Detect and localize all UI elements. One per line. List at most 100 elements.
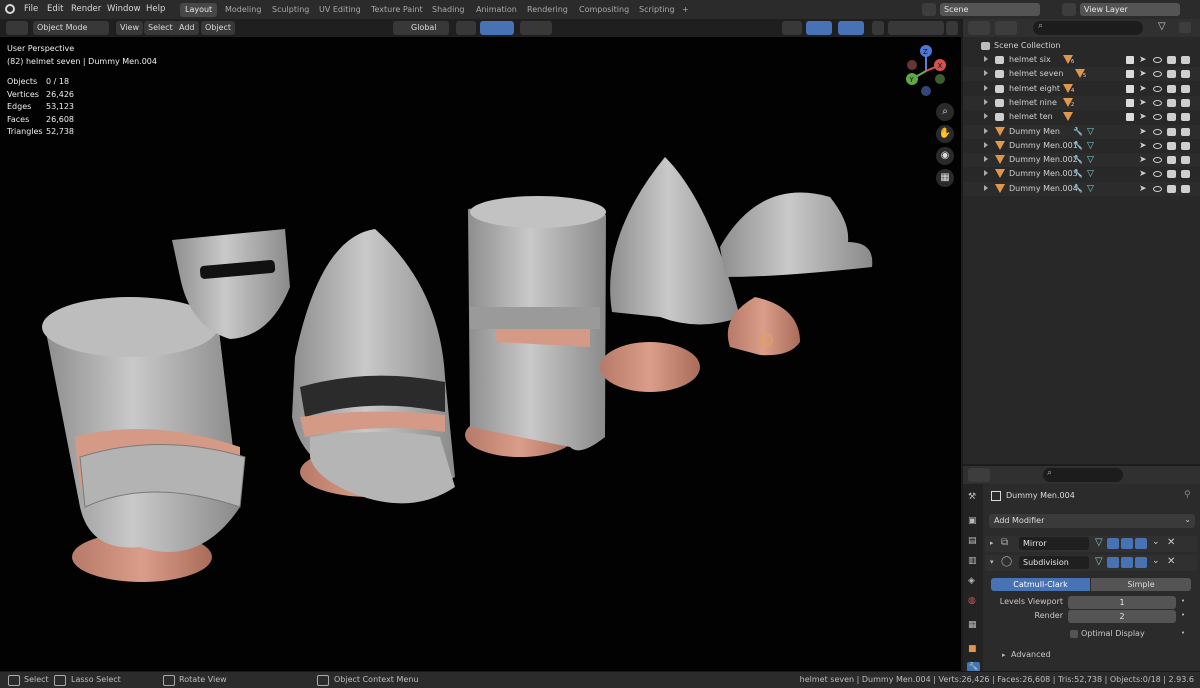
blender-logo-icon[interactable] xyxy=(5,4,15,14)
expand-icon[interactable] xyxy=(984,127,988,134)
view-layer-selector[interactable]: View Layer xyxy=(1080,3,1180,16)
helmet-barrel-helm[interactable] xyxy=(465,196,606,457)
outliner-search-input[interactable] xyxy=(1033,21,1143,35)
select-arrow-icon[interactable]: ➤ xyxy=(1139,169,1147,179)
eye-icon[interactable] xyxy=(1153,171,1162,178)
levels-viewport-field[interactable]: 1 xyxy=(1068,596,1176,609)
outliner-item[interactable]: helmet six 6 ➤ xyxy=(963,53,1200,67)
viewport-toggle-icon[interactable] xyxy=(1121,538,1133,549)
menu-help[interactable]: Help xyxy=(146,4,165,14)
render-camera-icon[interactable] xyxy=(1181,98,1190,107)
properties-editor-icon[interactable] xyxy=(968,468,990,482)
mode-selector[interactable]: Object Mode xyxy=(33,21,109,35)
render-camera-icon[interactable] xyxy=(1181,84,1190,93)
mesh-data-icon[interactable]: ▽ xyxy=(1087,169,1094,179)
render-camera-icon[interactable] xyxy=(1181,170,1190,179)
expand-icon[interactable] xyxy=(984,141,988,148)
transform-orientation[interactable]: Global xyxy=(393,21,449,35)
menu-render[interactable]: Render xyxy=(71,4,101,14)
viewport-toggle-icon[interactable] xyxy=(1121,557,1133,568)
tab-animation[interactable]: Animation xyxy=(471,3,522,17)
exclude-checkbox[interactable] xyxy=(1126,56,1134,64)
menu-edit[interactable]: Edit xyxy=(47,4,63,14)
expand-icon[interactable] xyxy=(984,170,988,177)
menu-file[interactable]: File xyxy=(24,4,38,14)
edit-mode-icon[interactable]: ▽ xyxy=(1095,537,1103,548)
select-arrow-icon[interactable]: ➤ xyxy=(1139,55,1147,65)
wrench-icon[interactable]: 🔧 xyxy=(1073,127,1083,136)
modifier-subdivision-row[interactable]: ▾ ◯ Subdivision ▽ ⌄ ✕ xyxy=(985,555,1197,571)
subdivision-name-field[interactable]: Subdivision xyxy=(1019,556,1089,569)
overlay-toggle-icon[interactable] xyxy=(838,21,864,35)
eye-icon[interactable] xyxy=(1153,185,1162,192)
render-tab-icon[interactable]: ▣ xyxy=(968,516,977,526)
cage-toggle-icon[interactable] xyxy=(1107,538,1119,549)
collapse-icon[interactable]: ▾ xyxy=(990,558,994,566)
eye-icon[interactable] xyxy=(1153,99,1162,106)
outliner-item[interactable]: Dummy Men.004 🔧 ▽ ➤ xyxy=(963,181,1200,196)
tab-uv-editing[interactable]: UV Editing xyxy=(314,3,366,17)
collection-tab-icon[interactable]: ▦ xyxy=(968,620,977,630)
outliner-item[interactable]: helmet seven 5 ➤ xyxy=(963,67,1200,82)
monitor-icon[interactable] xyxy=(1167,170,1176,179)
view-layer-icon[interactable] xyxy=(1062,3,1076,16)
render-levels-field[interactable]: 2 xyxy=(1068,610,1176,623)
world-tab-icon[interactable]: ◍ xyxy=(968,596,976,606)
eye-icon[interactable] xyxy=(1153,142,1162,149)
xray-icon[interactable] xyxy=(872,21,884,35)
add-modifier-button[interactable]: Add Modifier ⌄ xyxy=(989,514,1195,528)
outliner-item[interactable]: helmet eight 4 ➤ xyxy=(963,82,1200,96)
tab-layout[interactable]: Layout xyxy=(180,3,218,17)
render-toggle-icon[interactable] xyxy=(1135,557,1147,568)
monitor-icon[interactable] xyxy=(1167,113,1176,122)
monitor-icon[interactable] xyxy=(1167,56,1176,64)
expand-advanced-icon[interactable]: ▸ xyxy=(1002,651,1006,659)
menu-window[interactable]: Window xyxy=(107,4,141,14)
render-camera-icon[interactable] xyxy=(1181,156,1190,165)
expand-icon[interactable] xyxy=(984,84,988,91)
render-camera-icon[interactable] xyxy=(1181,141,1190,150)
outliner-editor-icon[interactable] xyxy=(968,21,990,35)
3d-viewport[interactable]: User Perspective (82) helmet seven | Dum… xyxy=(0,37,961,671)
exclude-checkbox[interactable] xyxy=(1126,84,1134,93)
subdiv-type-catmull-clark[interactable]: Catmull-Clark xyxy=(991,578,1090,591)
select-arrow-icon[interactable]: ➤ xyxy=(1139,184,1147,194)
exclude-checkbox[interactable] xyxy=(1126,113,1134,122)
object-tab-icon[interactable]: ■ xyxy=(968,644,977,654)
select-arrow-icon[interactable]: ➤ xyxy=(1139,98,1147,108)
wrench-icon[interactable]: 🔧 xyxy=(1073,169,1083,178)
select-arrow-icon[interactable]: ➤ xyxy=(1139,112,1147,122)
select-arrow-icon[interactable]: ➤ xyxy=(1139,141,1147,151)
expand-icon[interactable] xyxy=(984,56,988,62)
select-arrow-icon[interactable]: ➤ xyxy=(1139,69,1147,79)
mesh-data-icon[interactable]: ▽ xyxy=(1087,127,1094,137)
outliner-item[interactable]: helmet nine 2 ➤ xyxy=(963,95,1200,110)
monitor-icon[interactable] xyxy=(1167,98,1176,107)
monitor-icon[interactable] xyxy=(1167,184,1176,193)
tab-scripting[interactable]: Scripting xyxy=(634,3,680,17)
gizmo-toggle-icon[interactable] xyxy=(806,21,832,35)
subdiv-type-simple[interactable]: Simple xyxy=(1091,578,1191,591)
add-workspace-button[interactable]: + xyxy=(677,3,694,17)
render-camera-icon[interactable] xyxy=(1181,70,1190,79)
wrench-icon[interactable]: 🔧 xyxy=(1073,155,1083,164)
proportional-edit-icon[interactable] xyxy=(520,21,552,35)
monitor-icon[interactable] xyxy=(1167,127,1176,136)
helmet-great-helm[interactable] xyxy=(42,297,246,582)
scene-icon[interactable] xyxy=(922,3,936,16)
wrench-icon[interactable]: 🔧 xyxy=(1073,184,1083,193)
eye-icon[interactable] xyxy=(1153,85,1162,92)
shading-modes-icon[interactable] xyxy=(888,21,944,35)
select-arrow-icon[interactable]: ➤ xyxy=(1139,84,1147,94)
exclude-checkbox[interactable] xyxy=(1126,70,1134,79)
select-arrow-icon[interactable]: ➤ xyxy=(1139,155,1147,165)
mesh-data-icon[interactable]: ▽ xyxy=(1087,141,1094,151)
helmet-morion[interactable] xyxy=(600,157,740,392)
outliner-item[interactable]: helmet ten ➤ xyxy=(963,110,1200,124)
filter-icon[interactable]: ▽ xyxy=(1158,21,1166,32)
menu-add[interactable]: Add xyxy=(175,21,199,35)
menu-select[interactable]: Select xyxy=(144,21,177,35)
render-toggle-icon[interactable] xyxy=(1135,538,1147,549)
render-camera-icon[interactable] xyxy=(1181,184,1190,193)
outliner-item[interactable]: Dummy Men 🔧 ▽ ➤ xyxy=(963,124,1200,139)
